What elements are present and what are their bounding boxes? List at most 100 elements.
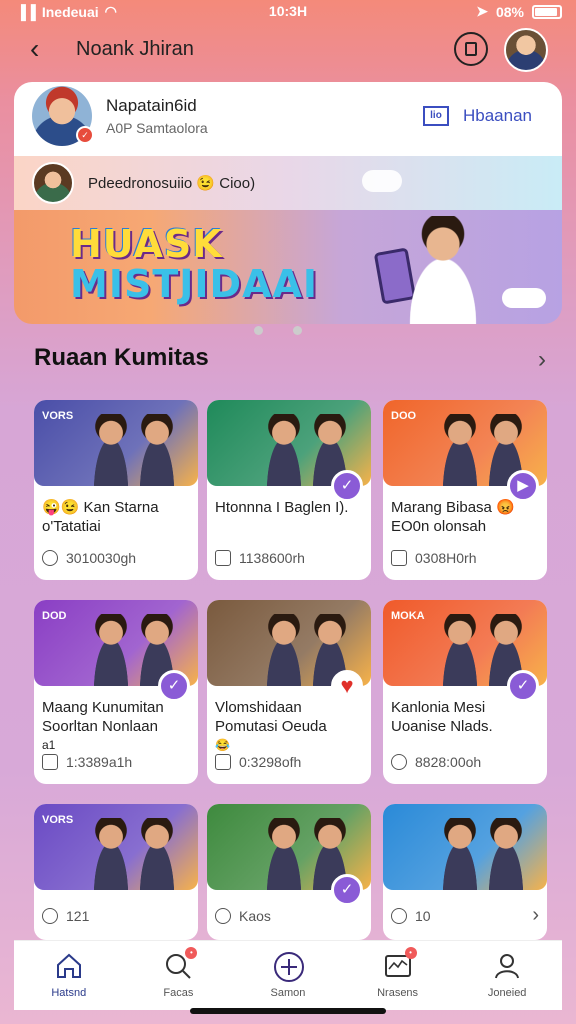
card-meta: 121 <box>42 908 89 924</box>
clock-icon <box>42 550 58 566</box>
card-meta-text: 3010030gh <box>66 550 137 566</box>
card-title: Maang Kunumitan Soorltan Nonlaan <box>42 699 164 735</box>
card-meta-text: Kaos <box>239 908 271 924</box>
person-illustration <box>132 414 182 486</box>
thumbnail-label: DOO <box>391 410 417 422</box>
card-meta: 8828:00oh <box>391 754 481 770</box>
promo-banner[interactable]: HUASK MISTJIDAAI <box>14 210 562 324</box>
person-illustration <box>86 818 136 890</box>
location-icon: ➤ <box>476 3 488 19</box>
brand-logo-icon: lio <box>422 106 449 126</box>
person-illustration <box>435 614 485 686</box>
banner-title: HUASK MISTJIDAAI <box>70 224 318 304</box>
status-bar: ▐▐ Inedeuai ◠ 10:3H ➤ 08% <box>0 0 576 22</box>
calendar-icon <box>215 754 231 770</box>
nav-profile[interactable]: Joneied <box>452 941 562 1010</box>
calendar-icon <box>215 550 231 566</box>
card-meta-text: 121 <box>66 908 90 924</box>
profile-action-button[interactable]: lio Hbaanan <box>422 106 532 126</box>
person-illustration <box>86 414 136 486</box>
cloud-decoration <box>362 170 402 192</box>
card-thumbnail: VORS <box>34 804 198 890</box>
carousel-dot[interactable] <box>293 326 302 335</box>
card-meta: Kaos <box>215 908 271 924</box>
back-arrow-icon: ‹ <box>30 33 40 64</box>
profile-subtitle: A0P Samtaolora <box>106 120 208 136</box>
card-title: Vlomshidaan Pomutasi Oeuda <box>215 699 327 735</box>
card-title: Marang Bibasa 😡 EO0n olonsah <box>391 499 515 535</box>
profile-card: ✓ Napatain6id A0P Samtaolora lio Hbaanan <box>14 82 562 156</box>
nav-label: Facas <box>163 987 194 999</box>
home-icon <box>54 951 84 981</box>
chevron-right-icon[interactable]: › <box>538 346 546 374</box>
content-card[interactable]: ✓ Kaos <box>207 804 371 940</box>
person-illustration <box>259 818 309 890</box>
calendar-icon <box>42 754 58 770</box>
content-card[interactable]: ♥ Vlomshidaan Pomutasi Oeuda 😂 0:3298ofh <box>207 600 371 784</box>
emoji-icon <box>391 908 407 924</box>
card-thumbnail: VORS <box>34 400 198 486</box>
person-illustration <box>481 818 531 890</box>
thumbnail-label: VORS <box>42 410 74 422</box>
story-strip[interactable]: Pdeedronosuiio 😉 Cioo) <box>14 156 562 210</box>
thumbnail-label: VORS <box>42 814 74 826</box>
banner-title-line2: MISTJIDAAI <box>70 262 319 306</box>
nav-inbox[interactable]: • Nrasens <box>343 941 453 1010</box>
content-card[interactable]: MOKA ✓ Kanlonia Mesi Uoanise Nlads. 8828:00… <box>383 600 547 784</box>
back-button[interactable]: ‹ <box>30 34 60 64</box>
profile-notification-badge: ✓ <box>76 126 94 144</box>
nav-label: Samon <box>270 987 306 999</box>
content-card[interactable]: 10 › <box>383 804 547 940</box>
card-meta-text: 1:3389a1h <box>66 754 133 770</box>
content-card[interactable]: DOD ✓ Maang Kunumitan Soorltan Nonlaan a1 1:… <box>34 600 198 784</box>
chevron-right-icon[interactable]: › <box>532 904 539 927</box>
banner-title-line1: HUASK <box>70 222 223 266</box>
avatar[interactable] <box>504 28 548 72</box>
story-text: Pdeedronosuiio 😉 Cioo) <box>88 175 256 192</box>
nav-create[interactable]: Samon <box>233 941 343 1010</box>
calendar-icon <box>391 550 407 566</box>
story-avatar <box>32 162 74 204</box>
nav-search[interactable]: • Facas <box>124 941 234 1010</box>
search-icon: • <box>163 947 198 981</box>
card-meta-text: 10 <box>415 908 431 924</box>
thumbnail-label: MOKA <box>391 610 425 622</box>
content-card[interactable]: ✓ Htonnna I Baglen I). 1138600rh <box>207 400 371 580</box>
profile-icon <box>492 951 522 981</box>
content-card[interactable]: VORS 121 <box>34 804 198 940</box>
card-meta-text: 0:3298ofh <box>239 754 302 770</box>
card-title: Kanlonia Mesi Uoanise Nlads. <box>391 699 493 735</box>
content-card[interactable]: DOO ▶ Marang Bibasa 😡 EO0n olonsah 0308H0rh <box>383 400 547 580</box>
card-meta: 0:3298ofh <box>215 754 301 770</box>
card-meta: 1:3389a1h <box>42 754 132 770</box>
app-header: ‹ Noank Jhiran <box>0 24 576 78</box>
nav-home[interactable]: Hatsnd <box>14 941 124 1010</box>
person-illustration <box>259 414 309 486</box>
card-meta-text: 1138600rh <box>239 550 305 566</box>
card-meta: 10 <box>391 908 431 924</box>
carousel-dot[interactable] <box>254 326 263 335</box>
nav-label: Hatsnd <box>51 987 87 999</box>
notification-dot: • <box>404 947 417 959</box>
card-meta: 0308H0rh <box>391 550 477 566</box>
thumbnail-label: DOD <box>42 610 67 622</box>
card-meta-text: 0308H0rh <box>415 550 477 566</box>
nav-label: Nrasens <box>377 987 419 999</box>
home-indicator[interactable] <box>190 1008 386 1014</box>
card-meta: 1138600rh <box>215 550 305 566</box>
notification-dot: • <box>185 947 198 959</box>
profile-action-label: Hbaanan <box>462 106 532 125</box>
card-title: 😜😉 Kan Starna o'Tatatiai <box>42 499 159 535</box>
person-illustration <box>435 818 485 890</box>
check-icon[interactable]: ✓ <box>331 874 363 906</box>
clock-icon <box>391 754 407 770</box>
page-title: Noank Jhiran <box>76 38 194 60</box>
person-illustration <box>435 414 485 486</box>
content-card[interactable]: VORS 😜😉 Kan Starna o'Tatatiai 3010030gh <box>34 400 198 580</box>
profile-name: Napatain6id <box>106 96 197 115</box>
screen-icon[interactable] <box>454 32 488 66</box>
banner-person-illustration <box>388 216 498 324</box>
emoji-icon <box>215 908 231 924</box>
battery-percent: 08% <box>495 3 524 20</box>
plus-circle-icon <box>273 951 304 982</box>
